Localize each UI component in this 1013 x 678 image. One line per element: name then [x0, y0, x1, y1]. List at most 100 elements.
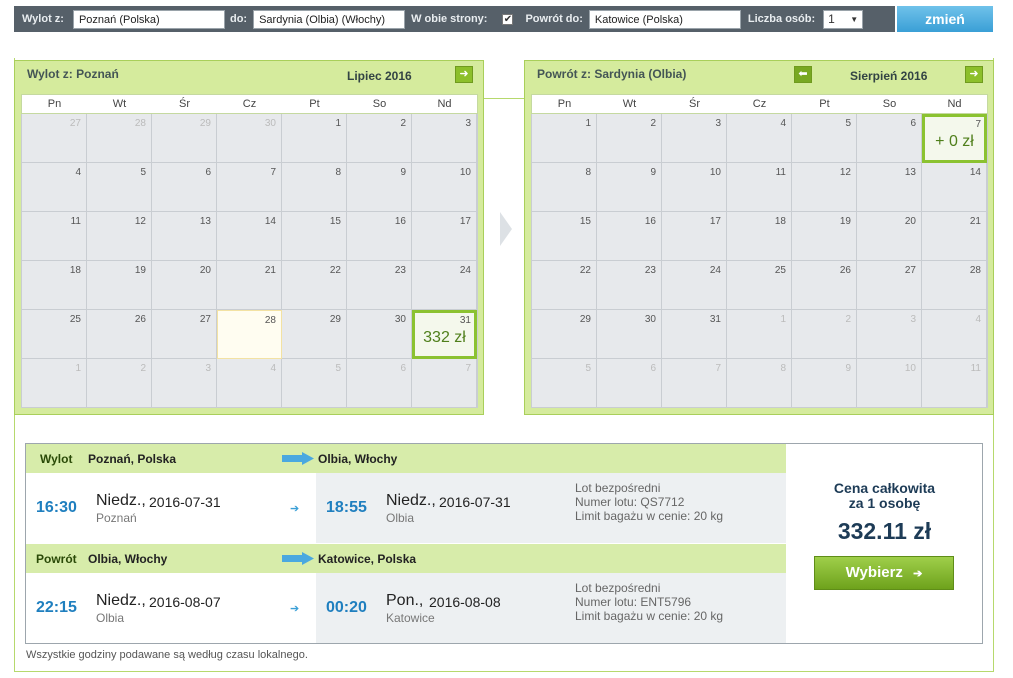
- calendar-day[interactable]: 27: [857, 261, 922, 310]
- calendar-day[interactable]: 17: [412, 212, 477, 261]
- calendar-day[interactable]: 3: [412, 114, 477, 163]
- calendar-day[interactable]: 17: [662, 212, 727, 261]
- calendar-day[interactable]: 1: [282, 114, 347, 163]
- calendar-day[interactable]: 20: [857, 212, 922, 261]
- total-price-label-line2: za 1 osobę: [848, 495, 921, 511]
- from-input[interactable]: Poznań (Polska): [72, 9, 225, 29]
- calendar-day[interactable]: 12: [87, 212, 152, 261]
- calendar-day[interactable]: 15: [532, 212, 597, 261]
- calendar-day[interactable]: 8: [282, 163, 347, 212]
- calendar-day[interactable]: 7: [217, 163, 282, 212]
- calendar-day[interactable]: 11: [22, 212, 87, 261]
- calendar-day[interactable]: 26: [87, 310, 152, 359]
- calendar-day[interactable]: 21: [922, 212, 987, 261]
- day-number: 4: [975, 314, 981, 325]
- calendar-day[interactable]: 11: [727, 163, 792, 212]
- calendar-day[interactable]: 27: [152, 310, 217, 359]
- calendar-day[interactable]: 25: [727, 261, 792, 310]
- calendar-day[interactable]: 2: [347, 114, 412, 163]
- calendar-day[interactable]: 18: [727, 212, 792, 261]
- calendar-day[interactable]: 8: [532, 163, 597, 212]
- persons-value: 1: [828, 12, 835, 26]
- day-number: 23: [644, 265, 656, 276]
- calendar-day[interactable]: 14: [217, 212, 282, 261]
- calendar-day[interactable]: 24: [412, 261, 477, 310]
- calendar-day[interactable]: 12: [792, 163, 857, 212]
- calendar-day[interactable]: 13: [152, 212, 217, 261]
- calendar-day[interactable]: 14: [922, 163, 987, 212]
- calendar-day[interactable]: 23: [347, 261, 412, 310]
- calendar-day[interactable]: 16: [597, 212, 662, 261]
- calendar-day[interactable]: 19: [87, 261, 152, 310]
- calendar-day[interactable]: 10: [412, 163, 477, 212]
- day-number: 10: [459, 167, 471, 178]
- prev-month-arrow-icon[interactable]: ⬅: [794, 66, 812, 83]
- calendar-day-selected[interactable]: 7 + 0 zł: [922, 114, 987, 163]
- day-number: 5: [335, 363, 341, 374]
- calendar-day[interactable]: 1: [532, 114, 597, 163]
- calendar-day[interactable]: 31: [662, 310, 727, 359]
- day-number: 17: [709, 216, 721, 227]
- to-input[interactable]: Sardynia (Olbia) (Włochy): [253, 9, 406, 29]
- both-ways-checkbox[interactable]: ✔: [502, 13, 514, 25]
- calendar-day: 27: [22, 114, 87, 163]
- day-number: 15: [329, 216, 341, 227]
- next-month-arrow-icon[interactable]: ➜: [965, 66, 983, 83]
- calendar-day[interactable]: 6: [152, 163, 217, 212]
- calendar-day[interactable]: 30: [597, 310, 662, 359]
- search-bar: Wylot z: Poznań (Polska) do: Sardynia (O…: [14, 6, 895, 32]
- calendar-day[interactable]: 30: [347, 310, 412, 359]
- calendar-day[interactable]: 3: [662, 114, 727, 163]
- calendar-day[interactable]: 22: [532, 261, 597, 310]
- day-number: 5: [585, 363, 591, 374]
- flight-number: Numer lotu: ENT5796: [575, 595, 692, 609]
- day-number: 14: [969, 167, 981, 178]
- calendar-day[interactable]: 2: [597, 114, 662, 163]
- calendar-day[interactable]: 13: [857, 163, 922, 212]
- flight-type: Lot bezpośredni: [575, 481, 661, 495]
- calendar-day[interactable]: 4: [727, 114, 792, 163]
- change-search-button[interactable]: zmień: [897, 6, 993, 32]
- day-number: 22: [329, 265, 341, 276]
- persons-select[interactable]: 1 ▼: [823, 9, 864, 29]
- day-number: 10: [904, 363, 916, 374]
- calendar-day[interactable]: 26: [792, 261, 857, 310]
- calendar-day[interactable]: 15: [282, 212, 347, 261]
- calendar-day: 11: [922, 359, 987, 408]
- flight-type: Lot bezpośredni: [575, 581, 661, 595]
- arrival-day: Pon.,: [386, 592, 424, 609]
- day-number: 5: [140, 167, 146, 178]
- select-flight-button[interactable]: Wybierz ➔: [814, 556, 954, 590]
- calendar-day[interactable]: 23: [597, 261, 662, 310]
- calendar-day[interactable]: 29: [532, 310, 597, 359]
- next-month-arrow-icon[interactable]: ➜: [455, 66, 473, 83]
- return-leg-details: 22:15 Niedz., 2016-08-07 Olbia ➔ 00:20 P…: [26, 573, 786, 643]
- day-number: 2: [140, 363, 146, 374]
- calendar-day[interactable]: 24: [662, 261, 727, 310]
- day-number: 7: [270, 167, 276, 178]
- calendar-day[interactable]: 5: [87, 163, 152, 212]
- calendar-day[interactable]: 20: [152, 261, 217, 310]
- calendar-day[interactable]: 19: [792, 212, 857, 261]
- day-number: 2: [400, 118, 406, 129]
- arrival-column: 18:55 Niedz., 2016-07-31 Olbia Lot bezpo…: [316, 473, 786, 543]
- price-panel: Cena całkowita za 1 osobę 332.11 zł Wybi…: [786, 444, 983, 643]
- calendar-day[interactable]: 28: [922, 261, 987, 310]
- calendar-day[interactable]: 22: [282, 261, 347, 310]
- calendar-day[interactable]: 28: [217, 310, 282, 359]
- calendar-day[interactable]: 6: [857, 114, 922, 163]
- calendar-day[interactable]: 4: [22, 163, 87, 212]
- calendar-day-selected[interactable]: 31 332 zł: [412, 310, 477, 359]
- arrow-right-icon: ➔: [290, 503, 300, 515]
- return-input[interactable]: Katowice (Polska): [588, 9, 741, 29]
- calendar-day[interactable]: 16: [347, 212, 412, 261]
- calendar-day[interactable]: 21: [217, 261, 282, 310]
- calendar-day[interactable]: 29: [282, 310, 347, 359]
- calendar-day[interactable]: 9: [597, 163, 662, 212]
- calendar-day[interactable]: 25: [22, 310, 87, 359]
- calendar-day[interactable]: 10: [662, 163, 727, 212]
- calendar-day[interactable]: 5: [792, 114, 857, 163]
- calendar-day[interactable]: 18: [22, 261, 87, 310]
- calendar-day[interactable]: 9: [347, 163, 412, 212]
- return-label: Powrót do:: [525, 13, 583, 25]
